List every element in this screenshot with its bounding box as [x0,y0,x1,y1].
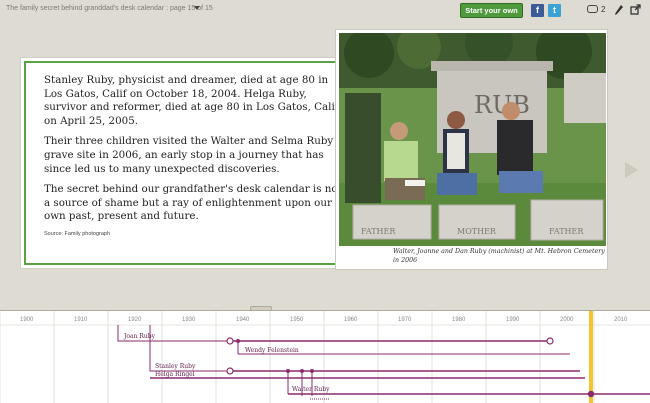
decade-label: 1910 [74,317,88,323]
decade-label: 1960 [344,317,358,323]
start-your-own-button[interactable]: Start your own [460,3,523,18]
chevron-down-icon[interactable] [194,6,200,10]
comment-icon[interactable] [587,5,598,13]
story-paragraph-1: Stanley Ruby, physicist and dreamer, die… [44,74,342,127]
decade-label: 1900 [20,317,34,323]
next-page-arrow-icon[interactable] [625,162,638,178]
story-text-card-inner: Stanley Ruby, physicist and dreamer, die… [24,61,359,265]
person-label-helga-ringel: Helga Ringel [155,371,195,378]
decade-label: 1980 [452,317,466,323]
story-paragraph-3: The secret behind our grandfather's desk… [44,183,342,223]
twitter-icon[interactable]: t [548,4,561,17]
cemetery-photo[interactable]: RUB FATHER MOTHER FATHER [339,33,606,246]
person-label-joan-ruby: Joan Ruby [123,333,156,340]
decade-label: 1940 [236,317,250,323]
decade-label: 1990 [506,317,520,323]
timeline[interactable]: 1900 1910 1920 1930 1940 1950 1960 1970 … [0,310,650,403]
edit-pen-icon[interactable] [614,4,624,16]
decade-label: 1950 [290,317,304,323]
person-label-stanley-ruby: Stanley Ruby [155,363,196,370]
photo-source: Source: Family photograph [44,230,111,237]
timeline-drag-handle[interactable] [250,306,272,311]
headstone-text: RUB [474,91,530,119]
marker-left-text: FATHER [361,227,396,236]
top-bar: The family secret behind granddad's desk… [0,0,650,22]
decade-label: 1970 [398,317,412,323]
story-paragraph-2: Their three children visited the Walter … [44,135,334,175]
decade-label: 1920 [128,317,142,323]
photo-frame: RUB FATHER MOTHER FATHER [335,29,608,270]
facebook-icon[interactable]: f [531,4,544,17]
marker-mid-text: MOTHER [457,227,497,236]
decade-label: 2000 [560,317,574,323]
decade-label: 1930 [182,317,196,323]
person-label-walter-ruby: Walter Ruby [292,386,330,393]
cemetery-photo-illustration: RUB FATHER MOTHER FATHER [339,33,606,246]
share-icon[interactable] [630,4,641,15]
breadcrumb[interactable]: The family secret behind granddad's desk… [6,5,213,12]
decade-label: 2010 [614,317,628,323]
marker-right-text: FATHER [549,227,584,236]
lifelines [117,325,650,396]
story-text-card: Stanley Ruby, physicist and dreamer, die… [20,57,363,269]
photo-caption: Walter, Joanne and Dan Ruby (machinist) … [393,248,605,264]
timeline-svg: 1900 1910 1920 1930 1940 1950 1960 1970 … [0,311,650,403]
person-label-wendy-felenstein: Wendy Felenstein [245,347,299,354]
comment-count[interactable]: 2 [601,5,605,14]
